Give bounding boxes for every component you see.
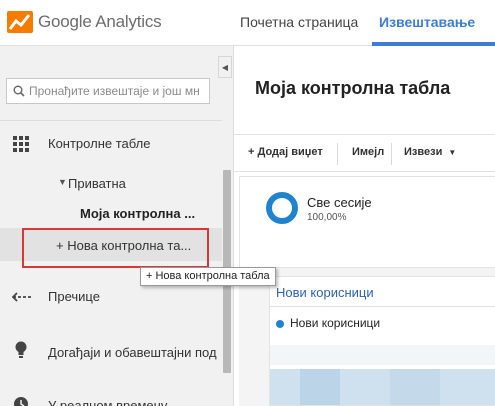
search-icon bbox=[13, 85, 25, 97]
nav-tab-home[interactable]: Почетна страница bbox=[240, 14, 358, 30]
toolbar-separator bbox=[337, 143, 338, 165]
add-widget-button[interactable]: + Додај виџет bbox=[248, 146, 323, 158]
search-input[interactable] bbox=[29, 84, 209, 98]
widget-divider bbox=[270, 306, 495, 307]
sidebar-item-label: Контролне табле bbox=[48, 136, 151, 151]
segment-title: Све сесије bbox=[307, 195, 372, 210]
sidebar-divider bbox=[0, 120, 222, 121]
export-label: Извези bbox=[404, 146, 443, 158]
segment-percent: 100,00% bbox=[307, 212, 347, 223]
page-title: Моја контролна табла bbox=[255, 78, 451, 98]
expand-arrow-icon: ▼ bbox=[58, 177, 67, 187]
clock-icon bbox=[14, 397, 28, 406]
sidebar-item-label: Приватна bbox=[68, 176, 126, 191]
sidebar-item-label: Догађаји и обавештајни под bbox=[48, 345, 217, 360]
chevron-down-icon: ▼ bbox=[448, 148, 457, 157]
chart-placeholder bbox=[270, 345, 495, 365]
widget-new-users[interactable]: Нови корисници Нови корисници bbox=[269, 276, 495, 406]
tooltip: + Нова контролна табла bbox=[140, 267, 276, 286]
highlight-box bbox=[22, 228, 209, 268]
legend-label: Нови корисници bbox=[290, 316, 381, 330]
sidebar: Контролне табле ▼ Приватна Моја контролн… bbox=[0, 46, 233, 406]
legend-dot-icon bbox=[276, 320, 284, 328]
report-search-box[interactable] bbox=[6, 78, 210, 104]
top-bar: Google Analytics Почетна страница Извешт… bbox=[0, 0, 495, 46]
logo-word-google: Google bbox=[38, 12, 92, 31]
export-button[interactable]: Извези ▼ bbox=[404, 146, 456, 158]
widget-title[interactable]: Нови корисници bbox=[276, 285, 374, 300]
sidebar-item-label: Пречице bbox=[48, 289, 100, 304]
grid-icon bbox=[13, 136, 29, 152]
email-button[interactable]: Имејл bbox=[352, 146, 384, 158]
logo-word-analytics: Analytics bbox=[95, 12, 162, 31]
widget-all-sessions[interactable]: Све сесије 100,00% bbox=[239, 176, 495, 268]
chevron-left-icon: ◀ bbox=[221, 62, 229, 72]
main-content: Моја контролна табла + Додај виџет Имејл… bbox=[233, 46, 495, 406]
collapse-sidebar-button[interactable]: ◀ bbox=[218, 56, 232, 78]
widget-area: Све сесије 100,00% Нови корисници Нови к… bbox=[239, 176, 495, 406]
sidebar-item-my-dashboard[interactable]: Моја контролна ... bbox=[80, 206, 195, 221]
nav-tab-reporting[interactable]: Извештавање bbox=[379, 14, 475, 30]
donut-chart-icon bbox=[266, 192, 298, 224]
toolbar-separator bbox=[391, 143, 392, 165]
chart-placeholder bbox=[300, 369, 340, 405]
google-analytics-logo[interactable]: Google Analytics bbox=[6, 9, 162, 35]
analytics-logo-icon bbox=[6, 10, 34, 34]
chart-placeholder bbox=[390, 369, 440, 405]
behavior-flow-icon bbox=[12, 292, 33, 302]
dashboard-toolbar: + Додај виџет Имејл Извези ▼ bbox=[234, 134, 495, 172]
lightbulb-icon bbox=[15, 341, 27, 358]
sidebar-item-label: У реалном времену bbox=[48, 398, 168, 406]
